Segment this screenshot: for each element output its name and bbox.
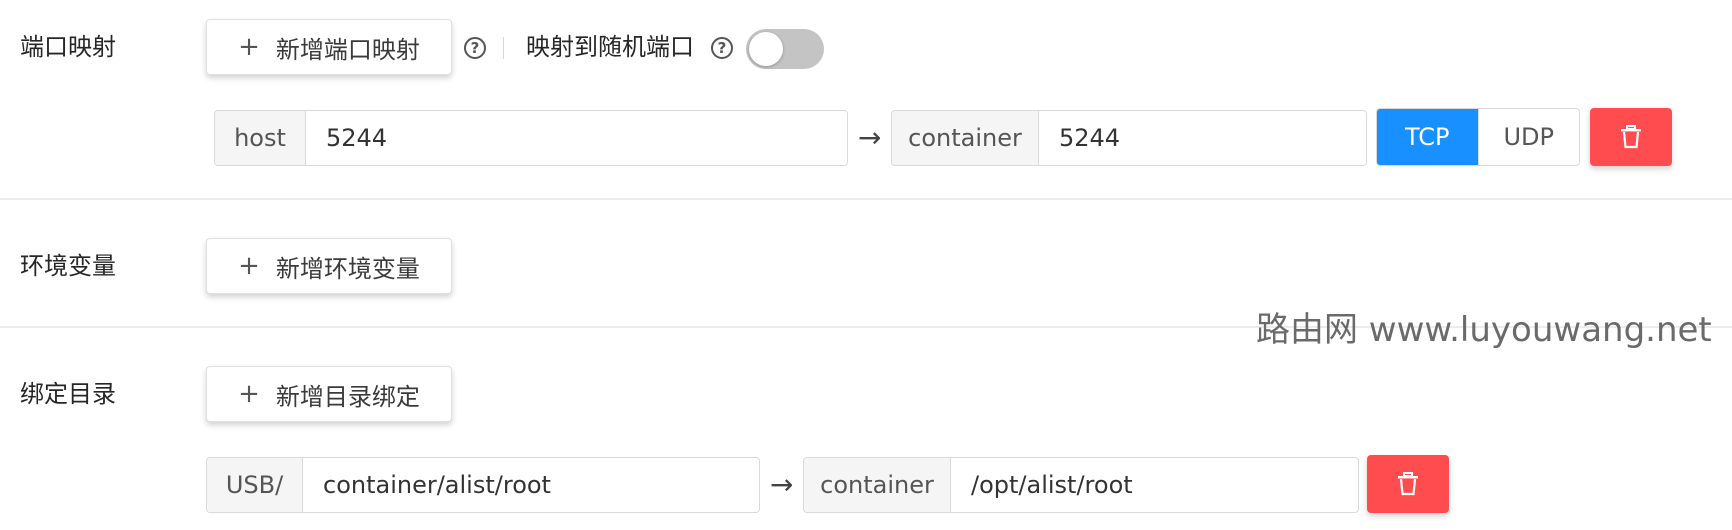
toggle-knob [749,32,783,66]
protocol-selector: TCP UDP [1376,108,1580,166]
protocol-tcp-button[interactable]: TCP [1377,109,1478,165]
add-env-var-label: 新增环境变量 [275,254,420,283]
arrow-right-icon: → [770,468,794,501]
watermark: 路由网 www.luyouwang.net [1256,310,1712,350]
separator [503,37,504,59]
add-port-mapping-label: 新增端口映射 [275,35,420,64]
host-addon: host [215,111,306,165]
host-port-input[interactable]: 5244 [306,111,847,165]
delete-port-mapping-button[interactable] [1590,108,1672,166]
section-divider [0,198,1732,200]
bind-dir-label: 绑定目录 [20,380,116,408]
host-dir-input[interactable]: container/alist/root [303,458,759,512]
question-circle-icon[interactable]: ? [464,37,486,59]
host-port-input-group: host 5244 [214,110,848,166]
add-bind-dir-button[interactable]: + 新增目录绑定 [206,366,452,422]
random-port-toggle[interactable] [746,29,824,69]
arrow-right-icon: → [858,121,882,154]
host-dir-input-group: USB/ container/alist/root [206,457,760,513]
container-dir-input[interactable]: /opt/alist/root [951,458,1358,512]
trash-icon [1621,125,1641,149]
random-port-label: 映射到随机端口 [526,33,694,61]
plus-icon: + [238,32,260,62]
add-bind-dir-label: 新增目录绑定 [275,382,420,411]
add-port-mapping-button[interactable]: + 新增端口映射 [206,19,452,75]
trash-icon [1398,472,1418,496]
container-port-input[interactable]: 5244 [1039,111,1366,165]
host-dir-addon: USB/ [207,458,303,512]
delete-bind-dir-button[interactable] [1367,455,1449,513]
container-addon: container [892,111,1039,165]
plus-icon: + [238,379,260,409]
container-port-input-group: container 5244 [891,110,1367,166]
plus-icon: + [238,251,260,281]
container-dir-addon: container [804,458,951,512]
env-vars-label: 环境变量 [20,252,116,280]
container-dir-input-group: container /opt/alist/root [803,457,1359,513]
protocol-udp-button[interactable]: UDP [1477,109,1579,165]
question-circle-icon[interactable]: ? [711,37,733,59]
port-mapping-label: 端口映射 [20,33,116,61]
add-env-var-button[interactable]: + 新增环境变量 [206,238,452,294]
